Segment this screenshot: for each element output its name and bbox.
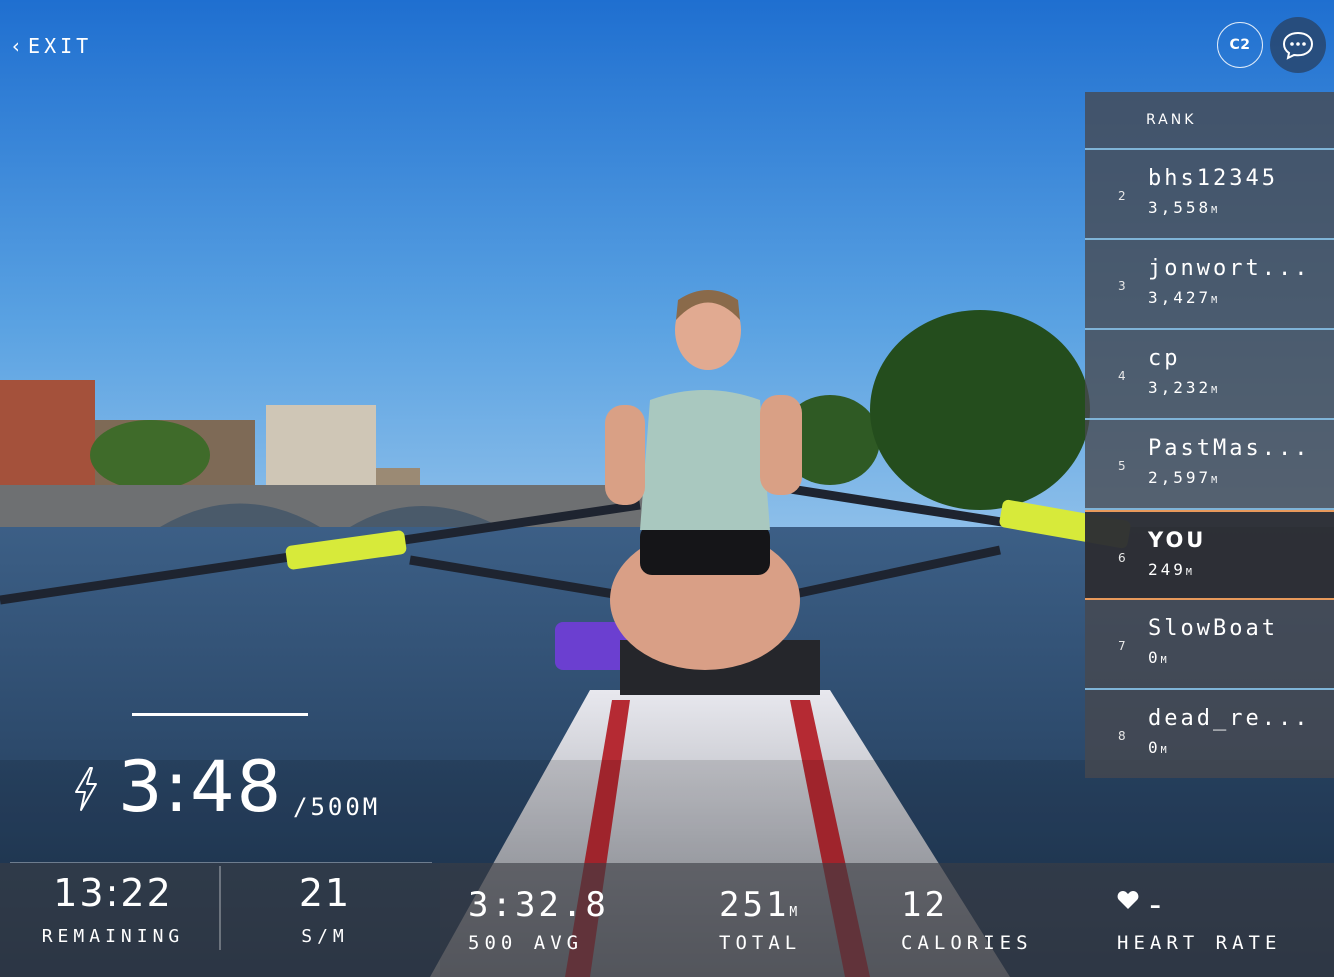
rank-number: 3 (1118, 279, 1126, 293)
rank-number: 8 (1118, 729, 1126, 743)
rower-distance: 3,558M (1148, 198, 1218, 217)
chat-bubble-icon (1282, 31, 1314, 60)
rank-number: 7 (1118, 639, 1126, 653)
rank-number: 6 (1118, 551, 1126, 565)
leaderboard-row[interactable]: 5 PastMas... 2,597M (1085, 420, 1334, 510)
rower-name: YOU (1148, 528, 1207, 552)
leaderboard-panel: RANK 2 bhs12345 3,558M 3 jonwort... 3,42… (1085, 92, 1334, 778)
pace-unit: /500M (293, 793, 381, 821)
rower-distance: 0M (1148, 738, 1167, 757)
pace-display: 3:48 /500M (0, 700, 440, 860)
leaderboard-row[interactable]: 3 jonwort... 3,427M (1085, 240, 1334, 330)
stroke-progress-track (132, 713, 308, 716)
rower-distance: 2,597M (1148, 468, 1218, 487)
exit-button[interactable]: ‹ EXIT (10, 34, 92, 58)
rower-name: PastMas... (1148, 436, 1311, 461)
stats-vertical-divider (219, 866, 221, 950)
rower-distance: 3,427M (1148, 288, 1218, 307)
avg-pace-value: 3:32.8 (468, 885, 609, 925)
rower-name: jonwort... (1148, 256, 1311, 281)
rower-name: dead_re... (1148, 706, 1311, 731)
rower-name: bhs12345 (1148, 166, 1278, 191)
heart-rate-value: - (1117, 888, 1281, 922)
heart-rate-label: HEART RATE (1117, 932, 1282, 954)
leaderboard-row[interactable]: 4 cp 3,232M (1085, 330, 1334, 420)
leaderboard-title: RANK (1146, 112, 1197, 128)
rower-name: cp (1148, 346, 1181, 371)
calories-label: CALORIES (901, 932, 1033, 954)
leaderboard-row-you[interactable]: 6 YOU 249M (1085, 510, 1334, 600)
remaining-value: 13:22 (53, 871, 173, 915)
strokes-per-minute-stat: 21 S/M (270, 874, 380, 947)
calories-value: 12 (901, 885, 948, 925)
leaderboard-row[interactable]: 8 dead_re... 0M (1085, 690, 1334, 780)
total-distance-stat: 251M TOTAL (719, 888, 801, 954)
spm-value: 21 (298, 871, 352, 915)
leaderboard-header: RANK (1085, 92, 1334, 150)
remaining-label: REMAINING (41, 926, 185, 947)
stroke-progress-fill (132, 713, 308, 716)
rank-number: 5 (1118, 459, 1126, 473)
total-distance-value: 251M (719, 885, 798, 925)
rower-name: SlowBoat (1148, 616, 1278, 641)
avg-pace-label: 500 AVG (468, 932, 584, 954)
chevron-left-icon: ‹ (10, 34, 27, 58)
rower-distance: 249M (1148, 560, 1192, 579)
rank-number: 2 (1118, 189, 1126, 203)
leaderboard-row[interactable]: 2 bhs12345 3,558M (1085, 150, 1334, 240)
avg-pace-stat: 3:32.8 500 AVG (468, 888, 609, 954)
pace-value: 3:48 (118, 746, 284, 828)
rower-distance: 3,232M (1148, 378, 1218, 397)
lightning-icon (75, 767, 97, 811)
leaderboard-row[interactable]: 7 SlowBoat 0M (1085, 600, 1334, 690)
rank-number: 4 (1118, 369, 1126, 383)
spm-label: S/M (301, 926, 349, 947)
remaining-stat: 13:22 REMAINING (30, 874, 196, 947)
c2-logo-badge[interactable]: C2 (1217, 22, 1263, 68)
c2-label: C2 (1229, 37, 1251, 53)
total-distance-label: TOTAL (719, 932, 802, 954)
calories-stat: 12 CALORIES (901, 888, 1033, 954)
chat-button[interactable] (1270, 17, 1326, 73)
heart-icon (1117, 891, 1139, 909)
rower-distance: 0M (1148, 648, 1167, 667)
exit-label: EXIT (28, 34, 93, 58)
heart-rate-stat: - HEART RATE (1117, 888, 1281, 954)
